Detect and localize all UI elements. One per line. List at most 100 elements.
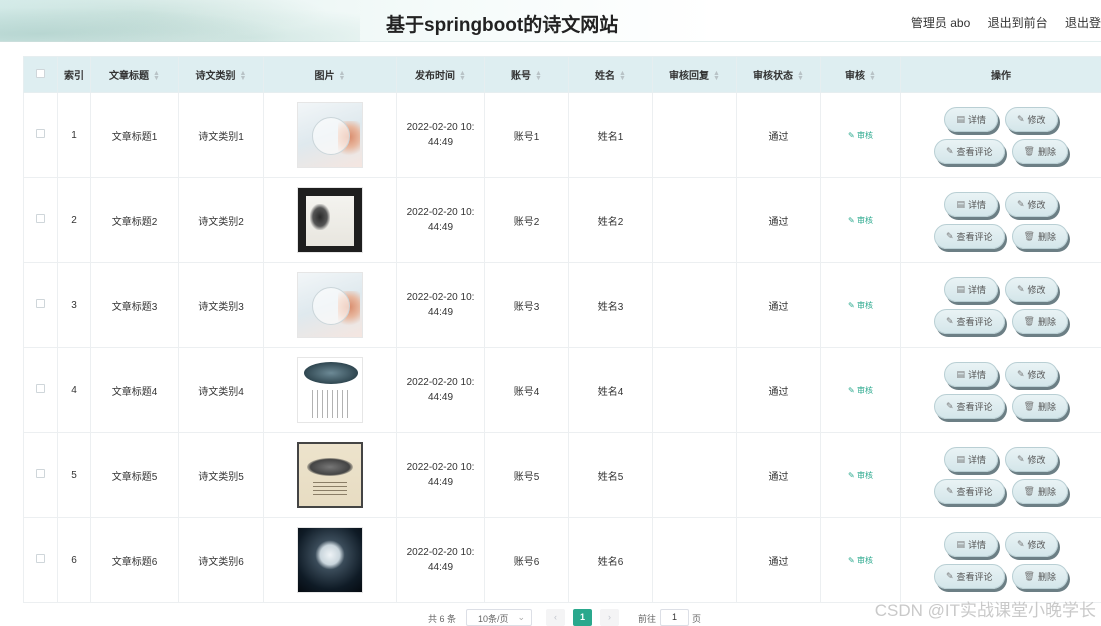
chevron-down-icon: ⌄	[517, 612, 525, 622]
row-select-cell	[23, 347, 58, 433]
logout-link[interactable]: 退出登	[1065, 16, 1101, 30]
row-checkbox[interactable]	[36, 384, 45, 393]
row-checkbox[interactable]	[36, 299, 45, 308]
view-comments-button[interactable]: ✎ 查看评论	[933, 393, 1005, 419]
trash-icon: 🗑	[1023, 315, 1035, 326]
delete-button[interactable]: 🗑 删除	[1011, 393, 1068, 419]
sort-icon[interactable]: ▲ ▼	[619, 70, 626, 82]
table-row: 2 文章标题2 诗文类别2 2022-02-20 10: 44:49 账号2 姓名…	[23, 177, 1101, 263]
col-image[interactable]: 图片 ▲ ▼	[263, 56, 397, 93]
delete-button[interactable]: 🗑 删除	[1011, 563, 1068, 589]
edit-pen-icon: ✎	[848, 130, 857, 140]
date-cell: 2022-02-20 10: 44:49	[396, 347, 485, 433]
delete-button[interactable]: 🗑 删除	[1011, 478, 1068, 504]
row-checkbox[interactable]	[36, 469, 45, 478]
col-title[interactable]: 文章标题 ▲ ▼	[90, 56, 179, 93]
admin-label: 管理员 abo	[910, 16, 971, 30]
date-cell: 2022-02-20 10: 44:49	[396, 92, 485, 178]
category-cell: 诗文类别3	[178, 262, 264, 348]
prev-page-button[interactable]: ‹	[546, 609, 565, 626]
date-cell: 2022-02-20 10: 44:49	[396, 517, 485, 603]
delete-button[interactable]: 🗑 删除	[1011, 308, 1068, 334]
col-audit[interactable]: 审核 ▲ ▼	[820, 56, 901, 93]
detail-button[interactable]: ▤ 详情	[944, 106, 998, 132]
row-checkbox[interactable]	[36, 129, 45, 138]
sort-icon[interactable]: ▲ ▼	[240, 70, 247, 82]
view-comments-button[interactable]: ✎ 查看评论	[933, 138, 1005, 164]
next-page-button[interactable]: ›	[600, 609, 619, 626]
poem-thumbnail[interactable]	[297, 102, 363, 168]
sort-icon[interactable]: ▲ ▼	[339, 70, 346, 82]
page-number-current[interactable]: 1	[573, 609, 592, 626]
detail-button[interactable]: ▤ 详情	[944, 446, 998, 472]
status-cell: 通过	[736, 92, 821, 178]
poem-thumbnail[interactable]	[297, 442, 363, 508]
audit-link[interactable]: ✎ 审核	[848, 216, 873, 225]
audit-cell: ✎ 审核	[820, 92, 901, 178]
total-count: 共 6 条	[428, 614, 457, 624]
audit-link[interactable]: ✎ 审核	[848, 386, 873, 395]
edit-button[interactable]: ✎ 修改	[1004, 191, 1058, 217]
edit-button[interactable]: ✎ 修改	[1004, 106, 1058, 132]
edit-button[interactable]: ✎ 修改	[1004, 446, 1058, 472]
category-cell: 诗文类别2	[178, 177, 264, 263]
chevron-right-icon: ›	[608, 612, 611, 622]
view-comments-button[interactable]: ✎ 查看评论	[933, 223, 1005, 249]
poem-thumbnail[interactable]	[297, 187, 363, 253]
page-size-select[interactable]: 10条/页 ⌄	[466, 609, 532, 626]
site-title: 基于springboot的诗文网站	[386, 15, 619, 36]
poem-thumbnail[interactable]	[297, 357, 363, 423]
poem-thumbnail[interactable]	[297, 527, 363, 593]
select-all-checkbox[interactable]	[36, 68, 45, 78]
sort-icon[interactable]: ▲ ▼	[869, 70, 876, 82]
page-jump-input[interactable]: 1	[660, 609, 689, 626]
sort-icon[interactable]: ▲ ▼	[797, 70, 804, 82]
edit-button[interactable]: ✎ 修改	[1004, 276, 1058, 302]
view-comments-button[interactable]: ✎ 查看评论	[933, 478, 1005, 504]
col-actions: 操作	[900, 56, 1101, 93]
audit-link[interactable]: ✎ 审核	[848, 556, 873, 565]
back-to-front-link[interactable]: 退出到前台	[988, 16, 1048, 30]
sort-icon[interactable]: ▲ ▼	[535, 70, 542, 82]
audit-link[interactable]: ✎ 审核	[848, 131, 873, 140]
view-comments-button[interactable]: ✎ 查看评论	[933, 308, 1005, 334]
delete-button[interactable]: 🗑 删除	[1011, 223, 1068, 249]
edit-button[interactable]: ✎ 修改	[1004, 361, 1058, 387]
index-cell: 4	[57, 347, 91, 433]
delete-button[interactable]: 🗑 删除	[1011, 138, 1068, 164]
detail-button[interactable]: ▤ 详情	[944, 191, 998, 217]
poem-thumbnail[interactable]	[297, 272, 363, 338]
audit-link[interactable]: ✎ 审核	[848, 471, 873, 480]
audit-link[interactable]: ✎ 审核	[848, 301, 873, 310]
col-reply[interactable]: 审核回复 ▲ ▼	[652, 56, 737, 93]
edit-button[interactable]: ✎ 修改	[1004, 531, 1058, 557]
sort-icon[interactable]: ▲ ▼	[153, 70, 160, 82]
row-checkbox[interactable]	[36, 214, 45, 223]
row-select-cell	[23, 177, 58, 263]
status-cell: 通过	[736, 517, 821, 603]
row-checkbox[interactable]	[36, 554, 45, 563]
col-account[interactable]: 账号 ▲ ▼	[484, 56, 569, 93]
view-comments-button[interactable]: ✎ 查看评论	[933, 563, 1005, 589]
col-status[interactable]: 审核状态 ▲ ▼	[736, 56, 821, 93]
col-name[interactable]: 姓名 ▲ ▼	[568, 56, 653, 93]
edit-pen-icon: ✎	[848, 215, 857, 225]
row-select-cell	[23, 517, 58, 603]
title-cell: 文章标题3	[90, 262, 179, 348]
detail-button[interactable]: ▤ 详情	[944, 361, 998, 387]
title-cell: 文章标题4	[90, 347, 179, 433]
col-category[interactable]: 诗文类别 ▲ ▼	[178, 56, 264, 93]
trash-icon: 🗑	[1023, 485, 1035, 496]
account-cell: 账号1	[484, 92, 569, 178]
document-icon: ▤	[956, 283, 965, 294]
col-date[interactable]: 发布时间 ▲ ▼	[396, 56, 485, 93]
watermark-text: CSDN @IT实战课堂小晚学长	[874, 601, 1096, 620]
table-header-row: 索引 文章标题 ▲ ▼ 诗文类别 ▲ ▼ 图片 ▲ ▼ 发布时间 ▲ ▼ 账号 ▲ ▼ 姓名 ▲ ▼ 审…	[23, 56, 1101, 93]
index-cell: 2	[57, 177, 91, 263]
detail-button[interactable]: ▤ 详情	[944, 276, 998, 302]
sort-icon[interactable]: ▲ ▼	[713, 70, 720, 82]
sort-icon[interactable]: ▲ ▼	[459, 70, 466, 82]
category-cell: 诗文类别6	[178, 517, 264, 603]
name-cell: 姓名1	[568, 92, 653, 178]
detail-button[interactable]: ▤ 详情	[944, 531, 998, 557]
